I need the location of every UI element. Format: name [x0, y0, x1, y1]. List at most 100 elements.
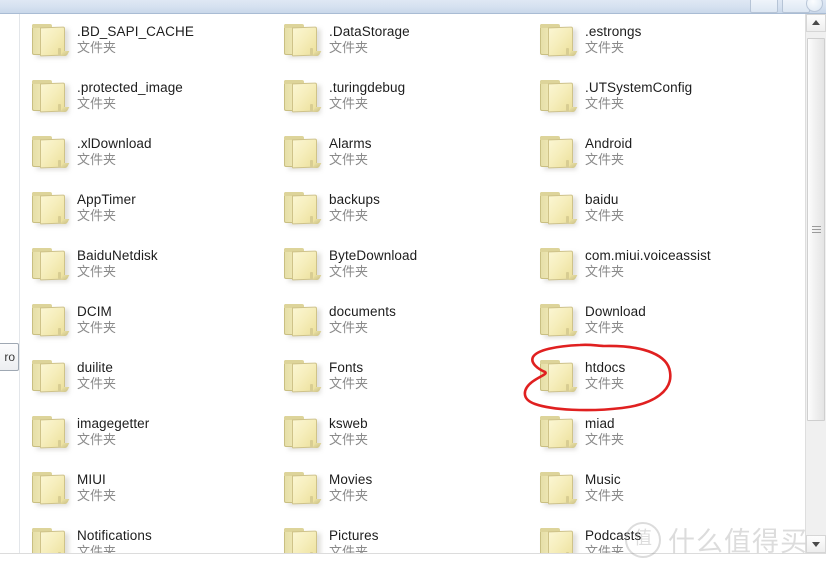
- file-list-item[interactable]: Podcasts 文件夹: [529, 522, 779, 553]
- file-list-item[interactable]: Pictures 文件夹: [273, 522, 523, 553]
- folder-icon: [529, 354, 585, 402]
- file-item-type: 文件夹: [585, 545, 625, 553]
- file-item-name: documents: [329, 304, 396, 319]
- folder-icon: [21, 74, 77, 122]
- folder-icon: [21, 410, 77, 458]
- file-list-item[interactable]: BaiduNetdisk 文件夹: [21, 242, 271, 298]
- folder-icon: [529, 130, 585, 178]
- scrollbar-thumb[interactable]: [807, 38, 825, 421]
- file-list-item[interactable]: backups 文件夹: [273, 186, 523, 242]
- file-item-name: miad: [585, 416, 615, 431]
- folder-icon: [21, 298, 77, 346]
- explorer-window: ro .BD_SAPI_CACHE 文件夹 .protected_image 文件夹.…: [0, 0, 826, 567]
- file-list-item[interactable]: ksweb 文件夹: [273, 410, 523, 466]
- navigation-pane-edge: [0, 14, 20, 553]
- file-item-labels: BaiduNetdisk 文件夹: [77, 242, 158, 282]
- file-item-name: Pictures: [329, 528, 379, 543]
- file-item-labels: com.miui.voiceassist 文件夹: [585, 242, 711, 282]
- file-list-item[interactable]: .xlDownload 文件夹: [21, 130, 271, 186]
- folder-icon: [21, 466, 77, 514]
- file-item-name: .estrongs: [585, 24, 642, 39]
- file-list-item[interactable]: .UTSystemConfig 文件夹: [529, 74, 779, 130]
- folder-icon: [273, 410, 329, 458]
- file-item-type: 文件夹: [329, 209, 369, 224]
- file-list-item[interactable]: Notifications 文件夹: [21, 522, 271, 553]
- file-item-name: Alarms: [329, 136, 372, 151]
- file-item-name: .xlDownload: [77, 136, 152, 151]
- file-item-labels: .protected_image 文件夹: [77, 74, 183, 114]
- file-item-name: Music: [585, 472, 621, 487]
- file-item-labels: htdocs 文件夹: [585, 354, 625, 394]
- file-item-type: 文件夹: [329, 321, 369, 336]
- folder-icon: [21, 130, 77, 178]
- file-list-item[interactable]: AppTimer 文件夹: [21, 186, 271, 242]
- file-item-labels: .BD_SAPI_CACHE 文件夹: [77, 18, 194, 58]
- window-chrome-strip: [0, 0, 826, 14]
- file-item-name: BaiduNetdisk: [77, 248, 158, 263]
- scroll-up-button[interactable]: [806, 14, 826, 32]
- file-list-item[interactable]: DCIM 文件夹: [21, 298, 271, 354]
- file-item-labels: .estrongs 文件夹: [585, 18, 641, 58]
- file-list-item[interactable]: com.miui.voiceassist 文件夹: [529, 242, 779, 298]
- file-item-name: baidu: [585, 192, 619, 207]
- file-item-name: ByteDownload: [329, 248, 418, 263]
- file-item-name: AppTimer: [77, 192, 136, 207]
- file-item-type: 文件夹: [77, 97, 117, 112]
- file-item-labels: ByteDownload 文件夹: [329, 242, 417, 282]
- file-item-type: 文件夹: [585, 97, 625, 112]
- file-item-type: 文件夹: [77, 545, 117, 553]
- file-list-item[interactable]: ByteDownload 文件夹: [273, 242, 523, 298]
- file-item-type: 文件夹: [329, 433, 369, 448]
- file-item-type: 文件夹: [585, 41, 625, 56]
- folder-icon: [273, 354, 329, 402]
- file-list-item[interactable]: .DataStorage 文件夹: [273, 18, 523, 74]
- file-item-labels: Movies 文件夹: [329, 466, 372, 506]
- scroll-down-button[interactable]: [806, 535, 826, 553]
- file-list-item[interactable]: .protected_image 文件夹: [21, 74, 271, 130]
- file-item-type: 文件夹: [329, 97, 369, 112]
- file-item-name: imagegetter: [77, 416, 150, 431]
- file-list-item[interactable]: duilite 文件夹: [21, 354, 271, 410]
- file-list-item[interactable]: Download 文件夹: [529, 298, 779, 354]
- file-list-item[interactable]: Fonts 文件夹: [273, 354, 523, 410]
- file-item-labels: documents 文件夹: [329, 298, 396, 338]
- chevron-down-icon: [812, 542, 820, 547]
- status-bar-edge: [0, 553, 826, 567]
- file-list-item[interactable]: MIUI 文件夹: [21, 466, 271, 522]
- file-list-item[interactable]: Android 文件夹: [529, 130, 779, 186]
- folder-icon: [273, 242, 329, 290]
- file-item-type: 文件夹: [329, 41, 369, 56]
- folder-icon: [21, 18, 77, 66]
- file-item-labels: Podcasts 文件夹: [585, 522, 641, 553]
- file-list-item[interactable]: miad 文件夹: [529, 410, 779, 466]
- file-list-item[interactable]: Movies 文件夹: [273, 466, 523, 522]
- file-item-type: 文件夹: [585, 377, 625, 392]
- file-list-item[interactable]: Music 文件夹: [529, 466, 779, 522]
- file-item-type: 文件夹: [585, 433, 625, 448]
- grip-icon: [812, 225, 821, 235]
- folder-icon: [273, 298, 329, 346]
- file-list-item[interactable]: .turingdebug 文件夹: [273, 74, 523, 130]
- file-list-item[interactable]: htdocs 文件夹: [529, 354, 779, 410]
- folder-icon: [273, 522, 329, 553]
- file-item-type: 文件夹: [329, 545, 369, 553]
- file-item-labels: imagegetter 文件夹: [77, 410, 149, 450]
- help-icon[interactable]: [806, 0, 823, 12]
- file-item-name: htdocs: [585, 360, 626, 375]
- file-item-labels: duilite 文件夹: [77, 354, 116, 394]
- file-list-item[interactable]: .estrongs 文件夹: [529, 18, 779, 74]
- file-item-name: Fonts: [329, 360, 364, 375]
- file-list-item[interactable]: .BD_SAPI_CACHE 文件夹: [21, 18, 271, 74]
- minimize-button[interactable]: [750, 0, 778, 13]
- file-list-item[interactable]: imagegetter 文件夹: [21, 410, 271, 466]
- file-item-labels: baidu 文件夹: [585, 186, 624, 226]
- file-list-area[interactable]: .BD_SAPI_CACHE 文件夹 .protected_image 文件夹 .xlD…: [21, 14, 805, 553]
- file-list-item[interactable]: documents 文件夹: [273, 298, 523, 354]
- vertical-scrollbar[interactable]: [805, 14, 826, 553]
- file-list-item[interactable]: baidu 文件夹: [529, 186, 779, 242]
- file-item-name: Notifications: [77, 528, 152, 543]
- file-item-type: 文件夹: [77, 489, 117, 504]
- folder-icon: [273, 186, 329, 234]
- file-item-name: .UTSystemConfig: [585, 80, 693, 95]
- file-list-item[interactable]: Alarms 文件夹: [273, 130, 523, 186]
